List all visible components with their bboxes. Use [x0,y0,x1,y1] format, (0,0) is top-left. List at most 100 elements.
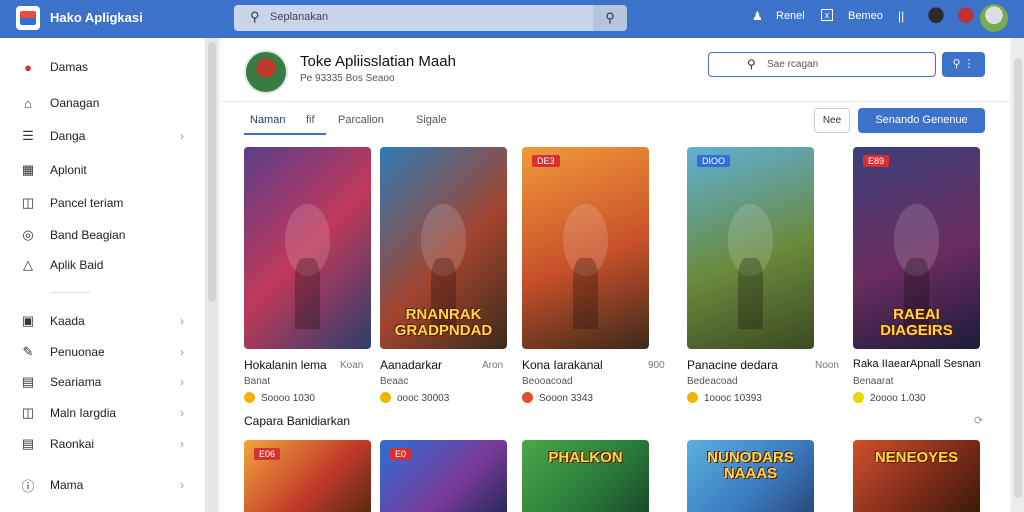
tab-sigale[interactable]: Sigale [416,114,447,126]
store-search-button[interactable]: ⚲ ⋮ [942,52,985,77]
sidebar-item-danga[interactable]: ☰ Danga › [0,123,206,149]
section-card[interactable]: PHALKON [522,440,649,512]
sidebar-item-label: Penuonae [50,345,105,359]
calendar-icon: ▦ [21,162,35,177]
global-search[interactable]: ⚲ Seplanakan ⚲ [234,5,627,31]
section-card[interactable]: E06 [244,440,371,512]
search-icon: ⚲ [747,57,756,71]
chevron-right-icon: › [180,129,184,143]
sidebar-item-mama[interactable]: ⓘ Mama › [0,472,206,498]
sidebar-item-label: Pancel teriam [50,196,124,210]
card-badge: DIOO [697,155,731,167]
app-developer: Beooacoad [522,376,573,387]
sidebar-item-oanagan[interactable]: ⌂ Oanagan [0,90,206,116]
tab-fif[interactable]: fif [306,114,315,126]
app-card-image[interactable]: E89 RAEAI DIAGEIRS [853,147,980,349]
rating-text: Soooo 1030 [261,393,315,404]
user-icon[interactable]: ♟ [752,9,763,23]
chevron-right-icon: › [180,437,184,451]
avatar[interactable] [952,4,980,32]
store-avatar [244,50,288,94]
app-developer: Beaac [380,376,409,387]
sidebar-item-label: Raonkai [50,437,95,451]
primary-action-button[interactable]: Senando Genenue [858,108,985,133]
card-badge: DE3 [532,155,560,167]
tab-naman[interactable]: Naman [250,114,285,126]
sidebar-item-raonkai[interactable]: ▤ Raonkai › [0,431,206,457]
sidebar-scrollbar[interactable] [206,38,218,512]
app-logo-icon: ● [24,59,32,75]
bell-icon: △ [23,257,33,272]
main-scrollbar[interactable] [1012,38,1024,512]
app-name[interactable]: Hokalanin lema [244,358,327,372]
chevron-right-icon: › [180,478,184,492]
sidebar-item-seariama[interactable]: ▤ Seariama › [0,369,206,395]
app-category: Noon [815,360,839,371]
card-banner: RAEAI DIAGEIRS [880,306,953,339]
app-card-image[interactable]: DIOO [687,147,814,349]
section-card[interactable]: NENEOYES [853,440,980,512]
close-box-icon[interactable]: x [821,9,833,21]
pen-icon: ✎ [22,344,34,359]
sidebar-item-label: Mama [50,478,84,492]
app-name[interactable]: Raka IIaearApnall Sesnan [853,358,981,370]
star-icon [853,392,864,403]
page-subtitle: Pe 93335 Bos Seaoo [300,73,395,84]
app-rating: oooc 30003 [380,392,449,404]
sidebar-item-aplonit[interactable]: ▦ Aplonit [0,157,206,183]
global-search-button[interactable]: ⚲ [593,5,627,31]
app-name[interactable]: Kona Iarakanal [522,358,603,372]
app-developer: Benaarat [853,376,894,387]
sidebar-item-aplik-baid[interactable]: △ Aplik Baid [0,252,206,278]
store-search-placeholder: Sae rcagan [767,59,819,70]
app-name[interactable]: Aanadarkar [380,358,442,372]
section-card[interactable]: E0 [380,440,507,512]
app-rating: Sooon 3343 [522,392,593,404]
app-name[interactable]: Panacine dedara [687,358,778,372]
sidebar-item-label: Band Beagian [50,228,126,242]
avatar[interactable] [922,4,950,32]
rating-text: 1oooc 10393 [704,393,762,404]
tab-parcalion[interactable]: Parcalion [338,114,384,126]
sidebar-item-label: Aplik Baid [50,258,104,272]
topbar-link-1[interactable]: Renel [776,10,805,22]
app-card-image[interactable]: DE3 [522,147,649,349]
refresh-icon[interactable]: ⟳ [974,414,983,427]
card-banner: NENEOYES [874,449,959,466]
card-badge: E89 [863,155,890,167]
document-icon: ☰ [22,128,34,143]
app-developer: Banat [244,376,271,387]
star-icon [522,392,533,403]
sidebar-item-label: Damas [50,60,89,74]
rating-text: 2oooo 1.030 [870,393,926,404]
square-icon: ▣ [21,313,35,328]
topbar-link-2[interactable]: Bemeo [848,10,883,22]
section-card[interactable]: NUNODARS NAAAS [687,440,814,512]
sidebar-item-kaada[interactable]: ▣ Kaada › [0,308,206,334]
sidebar-divider [50,292,90,293]
sidebar-item-damas[interactable]: ● Damas [0,54,206,80]
tab-underline [244,133,326,135]
sidebar-item-maln-iargdia[interactable]: ◫ Maln Iargdia › [0,400,206,426]
chevron-right-icon: › [180,314,184,328]
divider [220,101,1010,102]
chevron-right-icon: › [180,375,184,389]
nee-button[interactable]: Nee [814,108,850,133]
card-banner: RNANRAK GRADPNDAD [394,306,493,339]
sidebar-item-label: Maln Iargdia [50,406,117,420]
app-card-image[interactable] [244,147,371,349]
avatar[interactable] [980,4,1008,32]
sidebar-item-band-beagian[interactable]: ◎ Band Beagian [0,222,206,248]
rating-text: Sooon 3343 [539,393,593,404]
card-banner: NUNODARS NAAAS [707,449,794,482]
sidebar-item-pancel-teriam[interactable]: ◫ Pancel teriam [0,190,206,216]
card-banner: PHALKON [548,449,623,466]
sidebar-item-penuonae[interactable]: ✎ Penuonae › [0,339,206,365]
app-logo-icon[interactable] [16,6,40,30]
section-title: Capara Banidiarkan [244,414,351,428]
app-card-image[interactable]: RNANRAK GRADPNDAD [380,147,507,349]
global-search-input[interactable]: Seplanakan [270,11,328,23]
app-rating: 1oooc 10393 [687,392,762,404]
rating-text: oooc 30003 [397,393,450,404]
store-search-input[interactable]: ⚲ Sae rcagan [708,52,936,77]
